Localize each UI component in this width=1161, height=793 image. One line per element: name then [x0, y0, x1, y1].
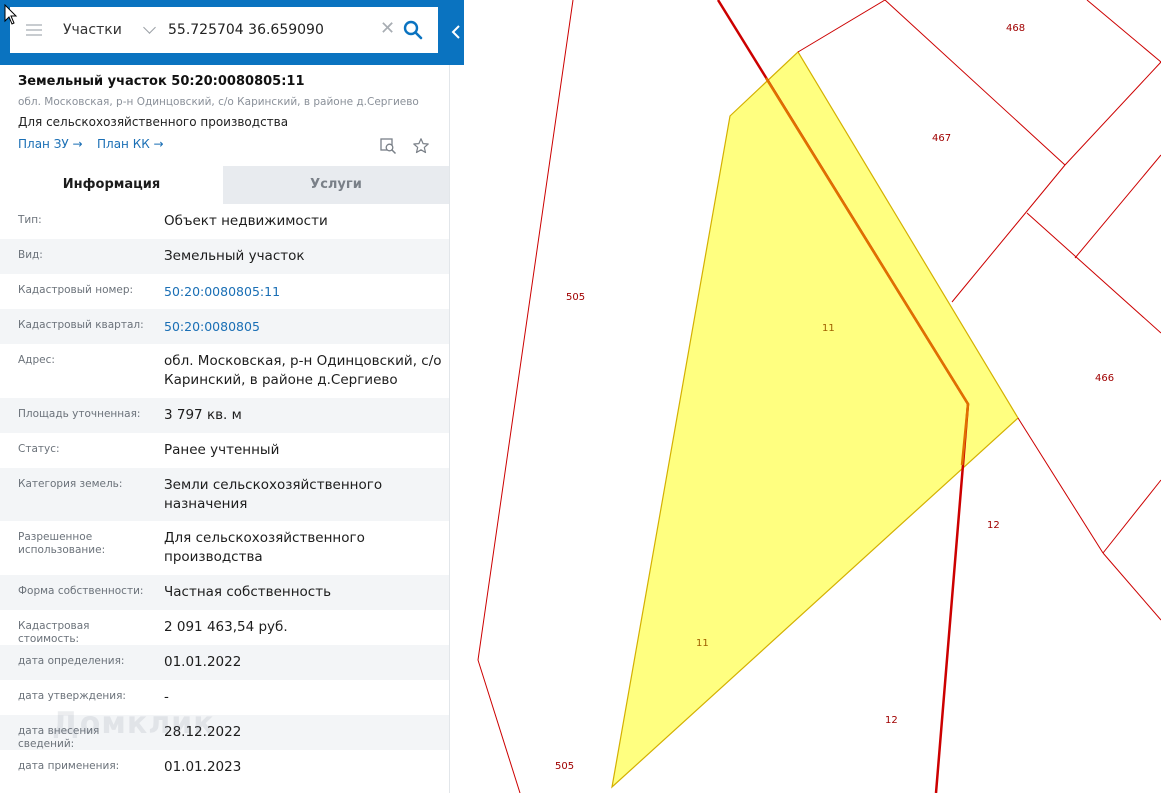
chevron-down-icon[interactable] — [143, 21, 156, 34]
property-label: Статус: — [18, 443, 60, 455]
property-label: Форма собственности: — [18, 585, 144, 597]
map-label-11: 11 — [696, 638, 709, 649]
search-bar: Участки ✕ — [0, 0, 464, 65]
property-value: Ранее учтенный — [164, 442, 280, 458]
property-label: Категория земель: — [18, 478, 123, 490]
map-label-468: 468 — [1006, 23, 1025, 34]
map-label-12: 12 — [885, 715, 898, 726]
menu-icon[interactable] — [26, 24, 42, 36]
selected-parcel[interactable] — [611, 51, 1019, 789]
search-box: Участки ✕ — [10, 7, 438, 53]
mouse-cursor-icon — [4, 4, 18, 25]
object-use: Для сельскохозяйственного производства — [18, 115, 289, 129]
property-label: Тип: — [18, 214, 42, 226]
property-label: Адрес: — [18, 354, 55, 366]
property-row: Адрес: обл. Московская, р-н Одинцовский,… — [0, 344, 449, 398]
property-row: Вид: Земельный участок — [0, 239, 449, 274]
collapse-panel-icon[interactable] — [450, 18, 462, 46]
property-row: дата определения: 01.01.2022 — [0, 645, 449, 680]
clear-search-icon[interactable]: ✕ — [380, 19, 395, 39]
property-row: Кадастровый номер: 50:20:0080805:11 — [0, 274, 449, 309]
watermark-logo: Домклик — [52, 706, 215, 741]
property-value: Объект недвижимости — [164, 213, 328, 229]
property-label: Разрешенное использование: — [18, 531, 106, 556]
property-row: дата применения: 01.01.2023 — [0, 750, 449, 785]
property-row: Разрешенное использование: Для сельскохо… — [0, 521, 449, 575]
plan-zu-link[interactable]: План ЗУ → — [18, 137, 83, 151]
property-label: Кадастровый квартал: — [18, 319, 144, 331]
property-value: - — [164, 689, 169, 705]
favorite-star-icon[interactable] — [412, 137, 430, 155]
property-label: дата утверждения: — [18, 690, 126, 702]
plan-links: План ЗУ → План КК → — [18, 137, 438, 155]
info-panel: Земельный участок 50:20:0080805:11 обл. … — [0, 0, 450, 793]
tab-information[interactable]: Информация — [0, 166, 223, 204]
zoom-to-object-icon[interactable] — [379, 137, 397, 155]
search-icon[interactable] — [402, 19, 424, 41]
property-row: Категория земель: Земли сельскохозяйстве… — [0, 468, 449, 521]
map-label-466: 466 — [1095, 373, 1114, 384]
property-label: Кадастровая стоимость: — [18, 620, 90, 645]
property-label: дата применения: — [18, 760, 120, 772]
property-row: Тип: Объект недвижимости — [0, 204, 449, 239]
object-address: обл. Московская, р-н Одинцовский, с/о Ка… — [18, 96, 419, 108]
property-value: Земли сельскохозяйственного назначения — [164, 477, 383, 512]
map-label-505: 505 — [566, 292, 585, 303]
property-label: дата определения: — [18, 655, 125, 667]
object-header: Земельный участок 50:20:0080805:11 обл. … — [18, 72, 438, 155]
property-label: Площадь уточненная: — [18, 408, 141, 420]
property-row: Кадастровая стоимость: 2 091 463,54 руб. — [0, 610, 449, 645]
property-label: Кадастровый номер: — [18, 284, 134, 296]
search-input[interactable] — [162, 17, 384, 43]
property-value: обл. Московская, р-н Одинцовский, с/о Ка… — [164, 353, 442, 388]
property-value: Для сельскохозяйственного производства — [164, 530, 365, 565]
property-value: Земельный участок — [164, 248, 305, 264]
property-label: Вид: — [18, 249, 43, 261]
properties-table: Тип: Объект недвижимости Вид: Земельный … — [0, 204, 449, 785]
property-value: 01.01.2023 — [164, 759, 242, 775]
property-row: Статус: Ранее учтенный — [0, 433, 449, 468]
tab-services[interactable]: Услуги — [223, 166, 449, 204]
property-row: Кадастровый квартал: 50:20:0080805 — [0, 309, 449, 344]
property-value: 01.01.2022 — [164, 654, 242, 670]
plan-kk-link[interactable]: План КК → — [97, 137, 164, 151]
map-label-12: 12 — [987, 520, 1000, 531]
cadastral-number-link[interactable]: 50:20:0080805:11 — [164, 282, 444, 301]
map-label-505: 505 — [555, 761, 574, 772]
property-row: Площадь уточненная: 3 797 кв. м — [0, 398, 449, 433]
panel-tabs: Информация Услуги — [0, 166, 449, 204]
property-value: Частная собственность — [164, 584, 332, 600]
property-value: 2 091 463,54 руб. — [164, 619, 288, 635]
cadastral-quarter-link[interactable]: 50:20:0080805 — [164, 317, 444, 336]
object-title: Земельный участок 50:20:0080805:11 — [18, 74, 305, 89]
map-label-11: 11 — [822, 323, 835, 334]
property-row: Форма собственности: Частная собственнос… — [0, 575, 449, 610]
map-label-467: 467 — [932, 133, 951, 144]
search-type-select[interactable]: Участки — [63, 22, 122, 38]
property-value: 3 797 кв. м — [164, 407, 242, 423]
